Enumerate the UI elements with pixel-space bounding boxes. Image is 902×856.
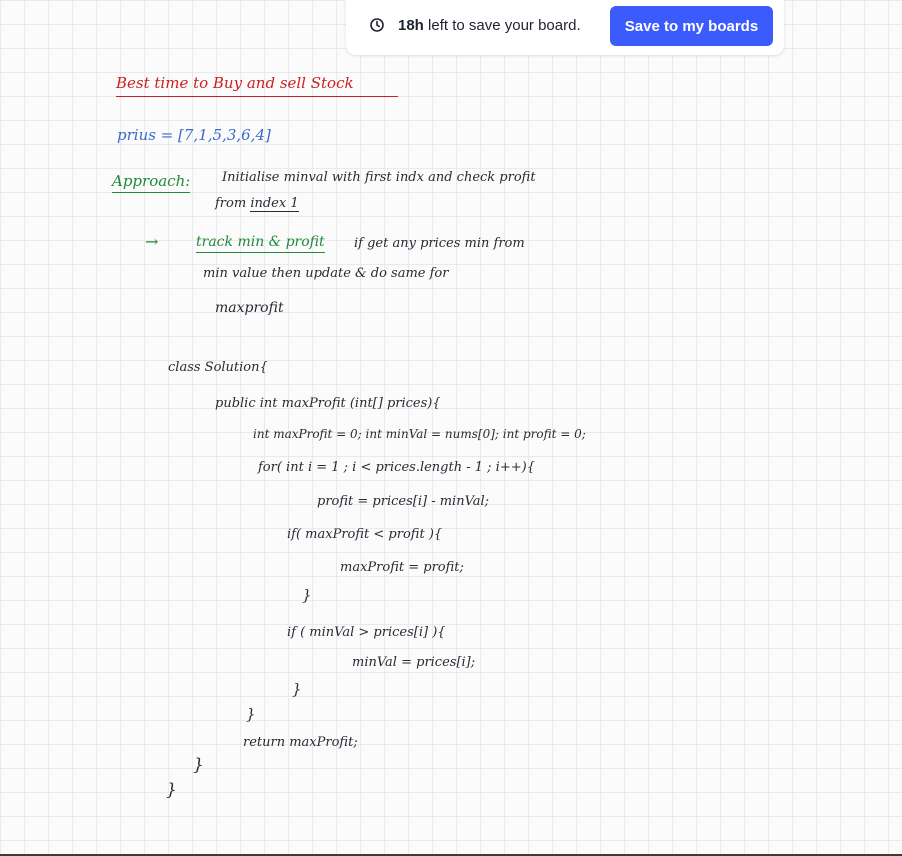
approach-text-line1: Initialise minval with first indx and ch…: [222, 170, 536, 185]
code-line: class Solution{: [168, 360, 268, 375]
code-line: public int maxProfit (int[] prices){: [215, 396, 441, 411]
code-line: if ( minVal > prices[i] ){: [287, 625, 446, 640]
code-line: }: [292, 680, 302, 698]
code-line: return maxProfit;: [243, 735, 358, 750]
min-value-line: min value then update & do same for: [203, 266, 449, 281]
code-line: }: [302, 586, 312, 604]
time-left-notice: 18h left to save your board.: [398, 17, 581, 34]
arrow-icon: →: [145, 232, 159, 251]
time-left-text: left to save your board.: [423, 17, 581, 34]
code-line: }: [246, 705, 256, 723]
code-line: profit = prices[i] - minVal;: [317, 494, 490, 509]
approach-text-index: index 1: [250, 196, 299, 212]
save-board-banner: 18h left to save your board. Save to my …: [346, 0, 784, 55]
code-line: minVal = prices[i];: [352, 655, 476, 670]
time-left-value: 18h: [398, 17, 424, 34]
track-rest-text: if get any prices min from: [354, 236, 525, 251]
save-to-boards-button[interactable]: Save to my boards: [610, 6, 773, 46]
code-line: for( int i = 1 ; i < prices.length - 1 ;…: [258, 460, 535, 475]
approach-text-from: from: [215, 196, 251, 211]
code-line: int maxProfit = 0; int minVal = nums[0];…: [253, 427, 586, 441]
maxprofit-line: maxprofit: [215, 300, 284, 316]
code-line: }: [193, 755, 204, 775]
track-text: track min & profit: [196, 234, 325, 253]
prices-array: prius = [7,1,5,3,6,4]: [117, 126, 271, 144]
code-line: maxProfit = profit;: [340, 560, 464, 575]
approach-text-line2: from index 1: [215, 196, 299, 212]
board-title: Best time to Buy and sell Stock: [116, 74, 398, 97]
code-line: }: [166, 780, 177, 800]
clock-icon: [370, 18, 384, 32]
code-line: if( maxProfit < profit ){: [287, 527, 443, 542]
approach-label: Approach:: [112, 172, 191, 193]
